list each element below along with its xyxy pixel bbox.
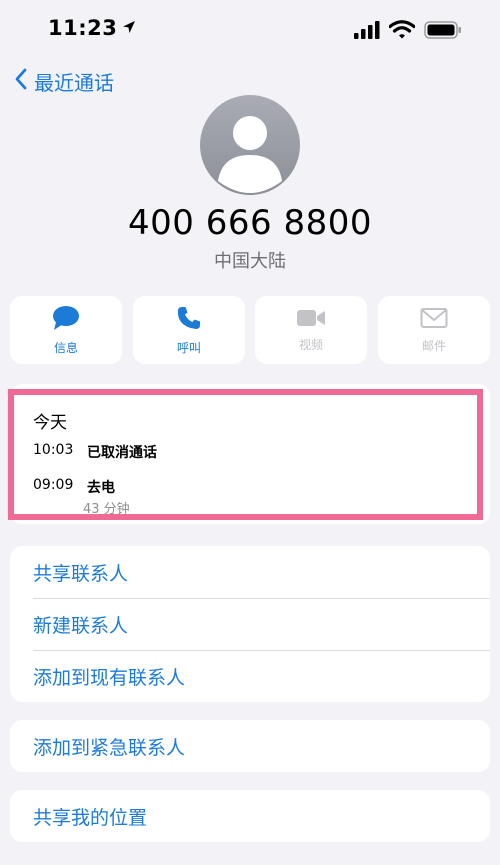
call-description: 已取消通话 — [87, 445, 157, 461]
back-button[interactable]: 最近通话 — [14, 66, 114, 96]
action-buttons: 信息 呼叫 视频 邮件 — [10, 296, 490, 364]
video-label: 视频 — [298, 337, 323, 352]
mail-icon — [420, 307, 448, 333]
contact-avatar — [200, 95, 300, 195]
share-contact-button[interactable]: 共享联系人 — [10, 546, 490, 598]
location-options-group: 共享我的位置 — [10, 790, 490, 842]
message-icon — [52, 305, 80, 335]
phone-region: 中国大陆 — [214, 251, 286, 272]
message-button[interactable]: 信息 — [10, 296, 122, 364]
call-entry: 10:03 已取消通话 — [33, 442, 157, 462]
emergency-options-group: 添加到紧急联系人 — [10, 720, 490, 772]
status-indicators — [354, 20, 462, 43]
status-time: 11:23 — [48, 16, 137, 40]
contact-options-group: 共享联系人 新建联系人 添加到现有联系人 — [10, 546, 490, 702]
create-contact-button[interactable]: 新建联系人 — [10, 598, 490, 650]
call-time: 09:09 — [33, 477, 74, 493]
person-icon — [218, 116, 282, 193]
location-arrow-icon — [121, 16, 137, 40]
cellular-signal-icon — [354, 20, 380, 43]
mail-label: 邮件 — [421, 338, 446, 353]
video-icon — [296, 308, 326, 332]
call-description: 去电 — [87, 480, 115, 496]
battery-icon — [424, 20, 462, 43]
phone-number: 400 666 8800 — [128, 203, 372, 243]
call-button[interactable]: 呼叫 — [133, 296, 245, 364]
call-duration: 43 分钟 — [83, 502, 130, 517]
add-to-existing-contact-button[interactable]: 添加到现有联系人 — [10, 650, 490, 702]
chevron-left-icon — [14, 68, 28, 95]
status-bar: 11:23 — [0, 0, 500, 60]
share-location-button[interactable]: 共享我的位置 — [10, 790, 490, 842]
video-button[interactable]: 视频 — [255, 296, 367, 364]
add-emergency-contact-button[interactable]: 添加到紧急联系人 — [10, 720, 490, 772]
mail-button[interactable]: 邮件 — [378, 296, 490, 364]
contact-detail-screen: 11:23 最近通话 400 666 8800 中国大陆 信息 呼叫 视频 邮件… — [0, 0, 500, 865]
wifi-icon — [388, 20, 416, 43]
call-label: 呼叫 — [176, 340, 201, 355]
call-entry: 09:09 去电 — [33, 477, 115, 497]
clock-label: 11:23 — [48, 16, 118, 40]
recents-heading: 今天 — [33, 413, 67, 433]
back-label: 最近通话 — [34, 70, 114, 95]
call-time: 10:03 — [33, 442, 74, 458]
message-label: 信息 — [53, 340, 78, 355]
phone-icon — [176, 305, 202, 335]
